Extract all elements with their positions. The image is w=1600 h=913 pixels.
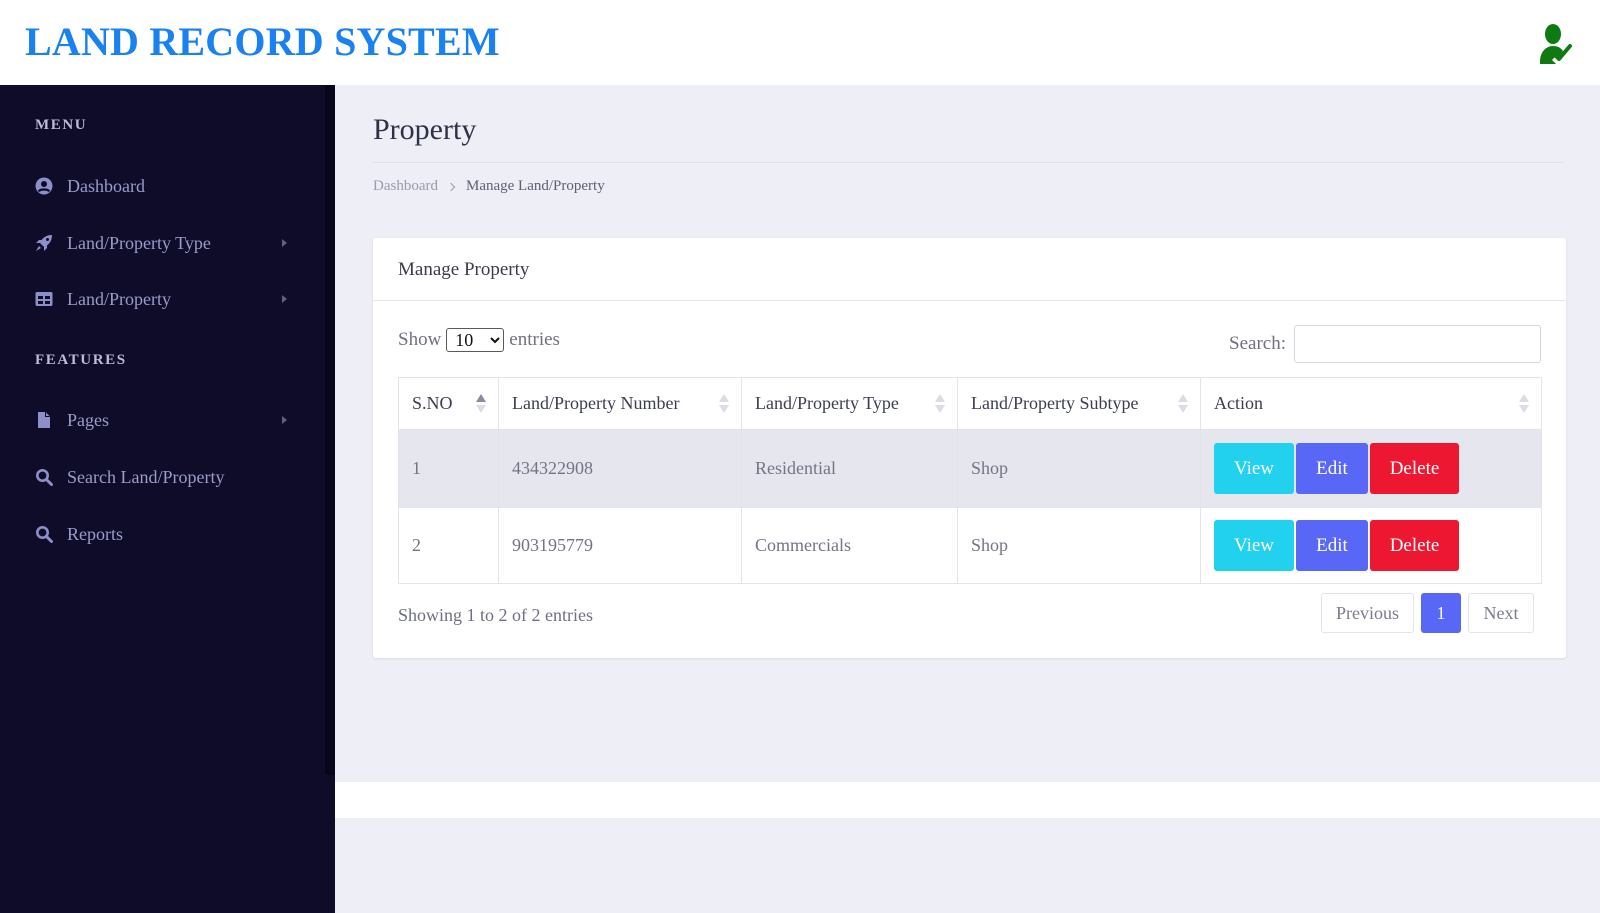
table-info: Showing 1 to 2 of 2 entries bbox=[398, 605, 593, 625]
caret-right-icon bbox=[282, 295, 287, 303]
table-header-row: S.NO Land/Property Number Land/Property … bbox=[398, 377, 1542, 430]
view-button[interactable]: View bbox=[1214, 443, 1294, 494]
card-header: Manage Property bbox=[373, 238, 1566, 301]
column-header-label: Action bbox=[1214, 393, 1263, 413]
caret-right-icon bbox=[282, 416, 287, 424]
sidebar-item-reports[interactable]: Reports bbox=[35, 518, 295, 550]
sidebar-item-label: Reports bbox=[67, 523, 123, 544]
sort-icon bbox=[1178, 394, 1188, 414]
sidebar-item-pages[interactable]: Pages bbox=[35, 404, 295, 436]
footer-band bbox=[335, 782, 1600, 818]
cell-property-subtype: Shop bbox=[957, 507, 1201, 584]
file-icon bbox=[35, 411, 53, 429]
show-label: Show bbox=[398, 329, 442, 350]
search-icon bbox=[35, 525, 53, 543]
table-icon bbox=[35, 290, 53, 308]
edit-button[interactable]: Edit bbox=[1296, 443, 1368, 494]
table-search-input[interactable] bbox=[1294, 325, 1541, 363]
delete-button[interactable]: Delete bbox=[1370, 443, 1459, 494]
column-header-property-type[interactable]: Land/Property Type bbox=[741, 377, 958, 430]
property-table: S.NO Land/Property Number Land/Property … bbox=[398, 377, 1542, 584]
cell-property-type: Commercials bbox=[741, 507, 958, 584]
main-content: Property Dashboard Manage Land/Property … bbox=[335, 85, 1600, 782]
column-header-sno[interactable]: S.NO bbox=[398, 377, 499, 430]
bottom-area bbox=[335, 818, 1600, 913]
entries-label: entries bbox=[509, 329, 560, 350]
cell-property-subtype: Shop bbox=[957, 429, 1201, 508]
sort-icon bbox=[935, 394, 945, 414]
sidebar-item-label: Land/Property Type bbox=[67, 232, 211, 253]
column-header-action[interactable]: Action bbox=[1200, 377, 1542, 430]
sort-icon bbox=[1519, 394, 1529, 414]
column-header-label: S.NO bbox=[412, 393, 453, 413]
table-search-control: Search: bbox=[1229, 325, 1541, 363]
view-button[interactable]: View bbox=[1214, 520, 1294, 571]
cell-actions: View Edit Delete bbox=[1200, 429, 1542, 508]
sort-ascending-icon bbox=[476, 394, 486, 414]
cell-actions: View Edit Delete bbox=[1200, 507, 1542, 584]
pagination-previous-button[interactable]: Previous bbox=[1321, 593, 1414, 633]
search-icon bbox=[35, 468, 53, 486]
sidebar-item-label: Dashboard bbox=[67, 175, 145, 196]
entries-per-page-select[interactable]: 10 bbox=[446, 328, 505, 352]
sidebar-item-land-property[interactable]: Land/Property bbox=[35, 283, 295, 315]
column-header-property-number[interactable]: Land/Property Number bbox=[498, 377, 742, 430]
pagination-page-button[interactable]: 1 bbox=[1421, 593, 1461, 633]
sidebar-item-land-property-type[interactable]: Land/Property Type bbox=[35, 227, 295, 259]
app-brand-title[interactable]: LAND RECORD SYSTEM bbox=[25, 18, 500, 65]
breadcrumb-dashboard-link[interactable]: Dashboard bbox=[373, 178, 438, 195]
cell-property-type: Residential bbox=[741, 429, 958, 508]
top-bar: LAND RECORD SYSTEM bbox=[0, 0, 1600, 85]
sidebar-item-label: Pages bbox=[67, 409, 109, 430]
sort-icon bbox=[719, 394, 729, 414]
table-row: 1 434322908 Residential Shop View Edit Del… bbox=[398, 429, 1542, 508]
caret-right-icon bbox=[282, 239, 287, 247]
edit-button[interactable]: Edit bbox=[1296, 520, 1368, 571]
user-check-icon[interactable] bbox=[1536, 22, 1580, 66]
page-title: Property bbox=[373, 113, 477, 146]
delete-button[interactable]: Delete bbox=[1370, 520, 1459, 571]
breadcrumb-current: Manage Land/Property bbox=[465, 178, 605, 194]
sidebar-item-label: Land/Property bbox=[67, 288, 171, 309]
sidebar-item-search-land-property[interactable]: Search Land/Property bbox=[35, 461, 295, 493]
rocket-icon bbox=[35, 234, 53, 252]
entries-length-control: Show 10 entries bbox=[398, 328, 560, 352]
cell-property-number: 434322908 bbox=[498, 429, 742, 508]
manage-property-card: Manage Property Show 10 entries Search: … bbox=[373, 238, 1566, 658]
breadcrumb: Dashboard Manage Land/Property bbox=[373, 178, 605, 195]
user-circle-icon bbox=[35, 177, 53, 195]
column-header-label: Land/Property Subtype bbox=[971, 393, 1139, 413]
sidebar bbox=[0, 85, 335, 913]
sidebar-section-features: FEATURES bbox=[35, 352, 127, 368]
column-header-property-subtype[interactable]: Land/Property Subtype bbox=[957, 377, 1201, 430]
pagination-next-button[interactable]: Next bbox=[1468, 593, 1534, 633]
sidebar-section-menu: MENU bbox=[35, 117, 88, 133]
sidebar-edge bbox=[325, 85, 335, 775]
column-header-label: Land/Property Type bbox=[755, 393, 899, 413]
title-divider bbox=[373, 162, 1563, 163]
cell-property-number: 903195779 bbox=[498, 507, 742, 584]
chevron-right-icon bbox=[446, 182, 456, 191]
card-title: Manage Property bbox=[398, 259, 530, 280]
cell-sno: 1 bbox=[398, 429, 499, 508]
search-label: Search: bbox=[1229, 333, 1286, 354]
table-row: 2 903195779 Commercials Shop View Edit Del… bbox=[398, 507, 1542, 584]
sidebar-item-label: Search Land/Property bbox=[67, 466, 225, 487]
column-header-label: Land/Property Number bbox=[512, 393, 680, 413]
sidebar-item-dashboard[interactable]: Dashboard bbox=[35, 170, 295, 202]
cell-sno: 2 bbox=[398, 507, 499, 584]
pagination: Previous 1 Next bbox=[1321, 593, 1534, 633]
